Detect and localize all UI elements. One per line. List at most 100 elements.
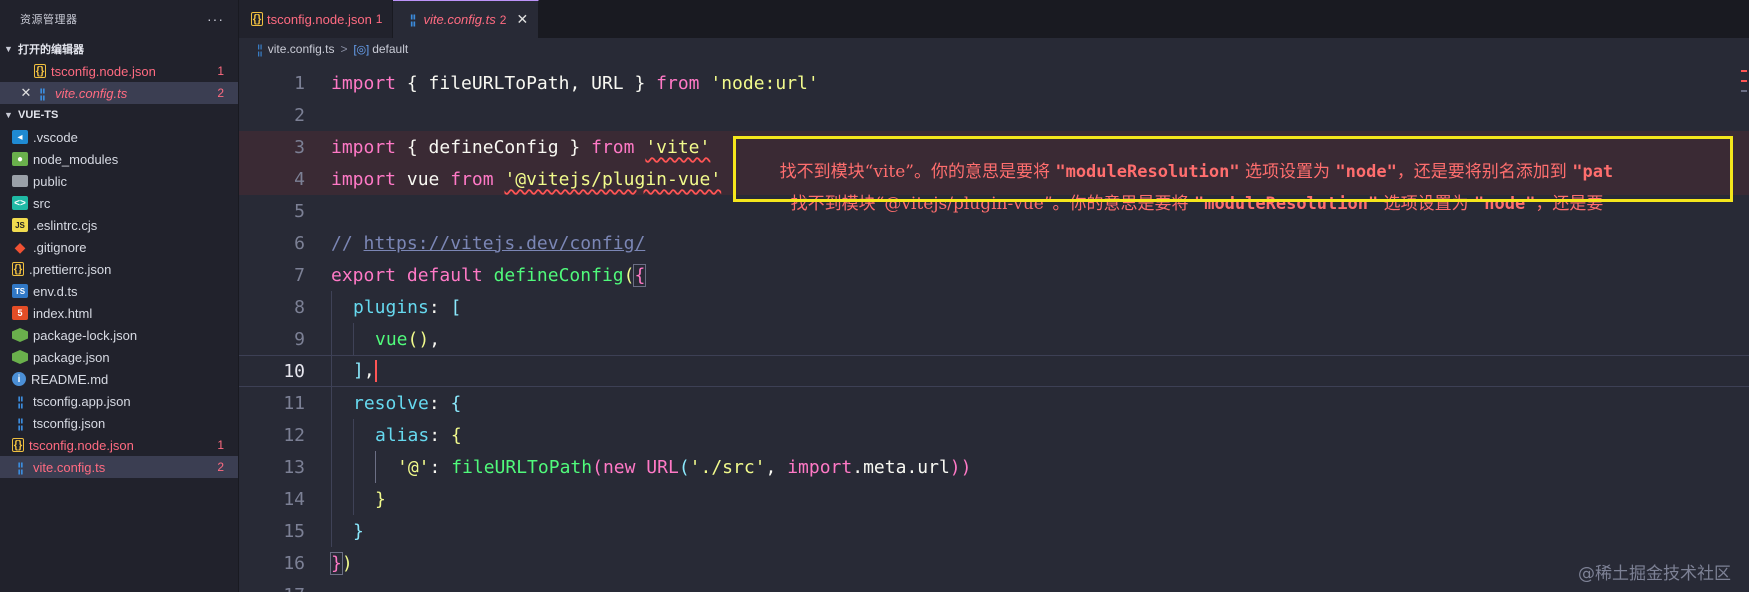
file-item[interactable]: package-lock.json bbox=[0, 324, 238, 346]
editor-tab[interactable]: ¦¦ vite.config.ts 2 ✕ bbox=[393, 0, 540, 38]
code-line[interactable]: 15 } bbox=[239, 515, 1749, 547]
editor-tab[interactable]: {} tsconfig.node.json 1 bbox=[239, 0, 394, 38]
line-number: 15 bbox=[283, 520, 305, 542]
file-item[interactable]: ✕ ¦¦ vite.config.ts 2 bbox=[0, 82, 238, 104]
file-name: package-lock.json bbox=[33, 327, 138, 343]
json-icon: {} bbox=[251, 12, 263, 26]
js-icon: JS bbox=[12, 218, 28, 232]
line-number: 17 bbox=[239, 585, 305, 592]
file-name: tsconfig.app.json bbox=[33, 393, 131, 409]
node-modules-icon: ● bbox=[12, 152, 28, 166]
problem-count-badge: 2 bbox=[499, 12, 507, 27]
breadcrumb-separator: > bbox=[340, 42, 348, 56]
file-name: tsconfig.node.json bbox=[51, 63, 156, 79]
file-item[interactable]: 5 index.html bbox=[0, 302, 238, 324]
file-name: tsconfig.json bbox=[33, 415, 106, 431]
file-name: src bbox=[33, 195, 51, 211]
code-editor[interactable]: 1 import { fileURLToPath, URL } from 'no… bbox=[239, 60, 1749, 592]
code-line[interactable]: 16 }) bbox=[239, 547, 1749, 579]
breadcrumb-symbol[interactable]: default bbox=[372, 42, 408, 56]
code-line[interactable]: 2 bbox=[239, 99, 1749, 131]
tsconfig-icon: ¦¦ bbox=[17, 415, 23, 431]
line-number: 7 bbox=[294, 264, 305, 286]
problem-count-badge: 2 bbox=[217, 460, 224, 474]
more-actions-icon[interactable]: ··· bbox=[207, 11, 224, 27]
problem-count-badge: 1 bbox=[217, 438, 224, 452]
explorer-title: 资源管理器 bbox=[20, 14, 78, 26]
error-squiggle[interactable]: '@vitejs/plugin-vue' bbox=[504, 169, 721, 190]
file-item[interactable]: {} .prettierrc.json bbox=[0, 258, 238, 280]
tsconfig-icon: ¦¦ bbox=[17, 393, 23, 409]
code-line[interactable]: 11 resolve: { bbox=[239, 387, 1749, 419]
tab-label: tsconfig.node.json bbox=[267, 11, 372, 27]
html-icon: 5 bbox=[12, 306, 28, 320]
json-icon: {} bbox=[34, 64, 46, 78]
project-label: VUE-TS bbox=[18, 109, 59, 121]
watermark: @稀土掘金技术社区 bbox=[1578, 564, 1731, 584]
comment-link[interactable]: https://vitejs.dev/config/ bbox=[364, 233, 646, 254]
current-code-line[interactable]: 10 ], bbox=[239, 355, 1749, 387]
file-item[interactable]: {} tsconfig.node.json 1 bbox=[0, 60, 238, 82]
overview-ruler[interactable] bbox=[1739, 60, 1749, 592]
breadcrumb-file[interactable]: vite.config.ts bbox=[268, 42, 335, 56]
code-line[interactable]: 1 import { fileURLToPath, URL } from 'no… bbox=[239, 67, 1749, 99]
line-number: 11 bbox=[283, 392, 305, 414]
chevron-down-icon: ▼ bbox=[4, 110, 13, 120]
code-line[interactable]: 14 } bbox=[239, 483, 1749, 515]
file-name: vite.config.ts bbox=[33, 459, 106, 475]
file-item[interactable]: ● node_modules bbox=[0, 148, 238, 170]
problem-count-badge: 2 bbox=[217, 86, 224, 100]
breadcrumb: ¦¦ vite.config.ts > [◎] default bbox=[239, 38, 1749, 60]
file-item[interactable]: ¦¦ tsconfig.json bbox=[0, 412, 238, 434]
close-icon[interactable]: ✕ bbox=[18, 85, 34, 101]
code-line[interactable]: 13 '@': fileURLToPath(new URL('./src', i… bbox=[239, 451, 1749, 483]
line-number: 9 bbox=[294, 328, 305, 350]
file-item[interactable]: {} tsconfig.node.json 1 bbox=[0, 434, 238, 456]
file-item[interactable]: public bbox=[0, 170, 238, 192]
file-item[interactable]: ◆ .gitignore bbox=[0, 236, 238, 258]
code-line[interactable]: 8 plugins: [ bbox=[239, 291, 1749, 323]
chevron-down-icon: ▼ bbox=[4, 44, 13, 54]
file-name: tsconfig.node.json bbox=[29, 437, 134, 453]
file-name: vite.config.ts bbox=[55, 85, 128, 101]
src-folder-icon: <> bbox=[12, 196, 28, 210]
file-item[interactable]: package.json bbox=[0, 346, 238, 368]
code-line[interactable]: 12 alias: { bbox=[239, 419, 1749, 451]
file-item[interactable]: TS env.d.ts bbox=[0, 280, 238, 302]
project-section[interactable]: ▼ VUE-TS bbox=[0, 104, 238, 126]
json-icon: {} bbox=[12, 438, 24, 452]
close-tab-icon[interactable]: ✕ bbox=[516, 11, 528, 28]
tsconfig-icon: ¦¦ bbox=[39, 85, 45, 101]
symbol-icon: [◎] bbox=[353, 43, 370, 56]
typescript-icon: TS bbox=[12, 284, 28, 298]
line-number: 4 bbox=[294, 168, 305, 190]
problem-count-badge: 1 bbox=[375, 12, 383, 26]
code-line[interactable]: 9 vue(), bbox=[239, 323, 1749, 355]
error-squiggle[interactable]: 'vite' bbox=[645, 137, 710, 158]
file-name: .vscode bbox=[33, 129, 78, 145]
file-item[interactable]: ◂ .vscode bbox=[0, 126, 238, 148]
line-number: 12 bbox=[283, 424, 305, 446]
info-icon: i bbox=[12, 372, 26, 386]
code-line[interactable]: 7 export default defineConfig({ bbox=[239, 259, 1749, 291]
line-number: 10 bbox=[283, 360, 305, 382]
code-line[interactable]: 17 bbox=[239, 579, 1749, 592]
text-cursor bbox=[374, 360, 377, 382]
file-name: .prettierrc.json bbox=[29, 261, 112, 277]
file-name: README.md bbox=[31, 371, 109, 387]
tsconfig-icon: ¦¦ bbox=[257, 41, 263, 57]
line-number: 6 bbox=[294, 232, 305, 254]
file-item[interactable]: i README.md bbox=[0, 368, 238, 390]
file-name: package.json bbox=[33, 349, 110, 365]
file-item[interactable]: <> src bbox=[0, 192, 238, 214]
explorer-sidebar: 资源管理器 ··· ▼ 打开的编辑器 {} tsconfig.node.json 1… bbox=[0, 0, 239, 592]
problem-count-badge: 1 bbox=[217, 64, 224, 78]
file-item[interactable]: ¦¦ vite.config.ts 2 bbox=[0, 456, 238, 478]
file-item[interactable]: ¦¦ tsconfig.app.json bbox=[0, 390, 238, 412]
file-item[interactable]: JS .eslintrc.cjs bbox=[0, 214, 238, 236]
line-number: 2 bbox=[294, 104, 305, 126]
file-name: .eslintrc.cjs bbox=[33, 217, 98, 233]
line-number: 8 bbox=[294, 296, 305, 318]
line-number: 16 bbox=[283, 552, 305, 574]
open-editors-section[interactable]: ▼ 打开的编辑器 bbox=[0, 38, 238, 60]
